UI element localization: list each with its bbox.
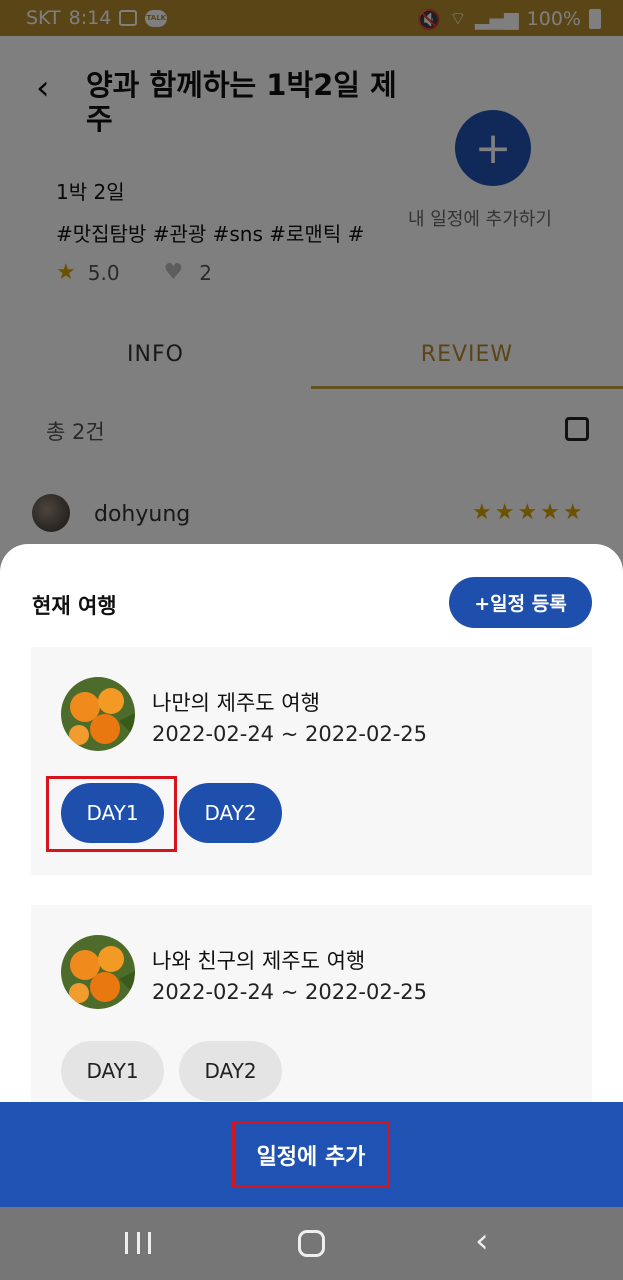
recents-icon[interactable] — [125, 1232, 151, 1254]
add-to-plan-bar: 일정에 추가 — [0, 1102, 623, 1207]
trip-dates: 2022-02-24 ~ 2022-02-25 — [152, 722, 428, 746]
day2-chip[interactable]: DAY2 — [179, 1041, 282, 1101]
trip-select-sheet: 현재 여행 +일정 등록 나만의 제주도 여행 2022-02-24 ~ 202… — [0, 544, 623, 1102]
sheet-title: 현재 여행 — [32, 594, 117, 618]
add-to-plan-button[interactable]: 일정에 추가 — [232, 1121, 390, 1188]
register-plan-button[interactable]: +일정 등록 — [449, 577, 592, 628]
trip-card: 나와 친구의 제주도 여행 2022-02-24 ~ 2022-02-25 DA… — [31, 905, 592, 1102]
trip-name: 나만의 제주도 여행 — [152, 691, 320, 715]
day1-highlight-box — [46, 776, 177, 852]
trip-thumbnail — [61, 677, 135, 751]
trip-dates: 2022-02-24 ~ 2022-02-25 — [152, 980, 428, 1004]
system-nav-bar: ‹ — [0, 1207, 623, 1280]
trip-thumbnail — [61, 935, 135, 1009]
back-icon[interactable]: ‹ — [475, 1221, 489, 1261]
day2-chip[interactable]: DAY2 — [179, 783, 282, 843]
home-icon[interactable] — [298, 1230, 325, 1257]
trip-card: 나만의 제주도 여행 2022-02-24 ~ 2022-02-25 DAY1 … — [31, 647, 592, 875]
trip-name: 나와 친구의 제주도 여행 — [152, 949, 366, 973]
day1-chip[interactable]: DAY1 — [61, 1041, 164, 1101]
